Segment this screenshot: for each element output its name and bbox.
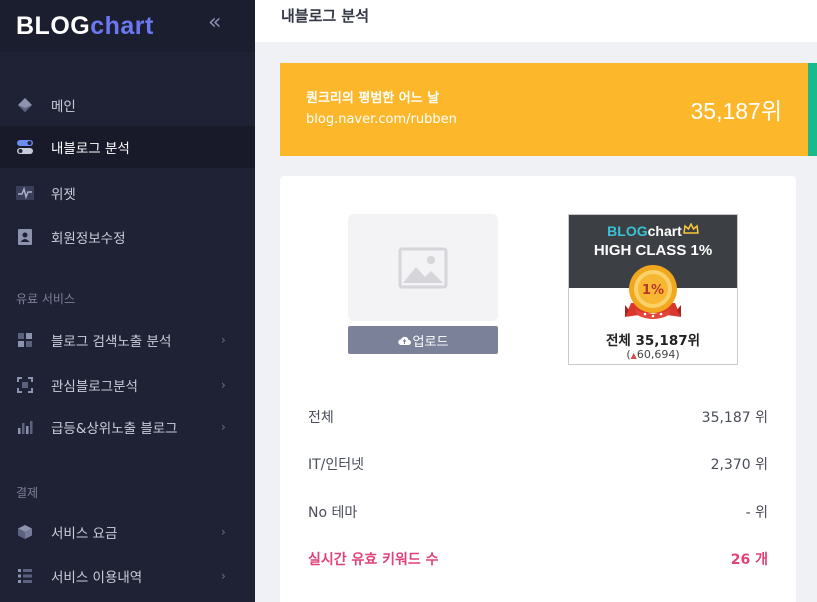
sidebar-item-label: 서비스 이용내역 [51,570,143,586]
image-icon [398,247,448,288]
sidebar-item-my-blog-analysis[interactable]: 내블로그 분석 [0,126,255,168]
sidebar-item-label: 내블로그 분석 [51,141,130,157]
badge-rank: 전체 35,187위 [605,333,701,349]
stat-value: 35,187 위 [701,410,768,426]
blog-url-link[interactable]: blog.naver.com/rubben [306,112,457,127]
blog-name: 퀀크리의 평범한 어느 날 [306,91,440,106]
logo-main-text: BLOG [16,11,91,40]
sidebar-item-label: 관심블로그분석 [51,379,138,395]
cube-icon [16,523,34,541]
sidebar-item-service-fee[interactable]: 서비스 요금 › [0,511,255,553]
toggle-icon [16,138,34,156]
badge-change-close: ) [675,348,680,361]
sidebar-item-label: 급등&상위노출 블로그 [51,421,178,437]
sidebar-item-main[interactable]: 메인 [0,84,255,126]
sidebar: BLOGchart « 메인 내블로그 분석 위젯 회원정보수정 유료 서비스 [0,0,255,602]
chevron-right-icon: › [221,378,226,392]
sidebar-item-label: 서비스 요금 [51,526,118,542]
upload-button-label: 업로드 [412,334,449,350]
badge-class-label: HIGH CLASS 1% [593,242,713,259]
stat-value: 26 개 [730,552,768,568]
pulse-icon [16,184,34,202]
diamond-icon [16,96,34,114]
stat-value: 2,370 위 [710,457,768,473]
chevron-right-icon: › [221,569,226,583]
sidebar-item-label: 블로그 검색노출 분석 [51,334,172,350]
crown-icon [682,222,699,234]
logo-bar: BLOGchart « [0,0,255,52]
badge-logo-accent: chart [647,223,682,239]
user-card-icon [16,228,34,246]
chevron-right-icon: › [221,420,226,434]
section-title-payment: 결제 [16,486,39,500]
stat-label: 전체 [308,410,334,426]
sidebar-item-label: 메인 [51,99,76,115]
sidebar-item-service-history[interactable]: 서비스 이용내역 › [0,555,255,597]
logo[interactable]: BLOGchart [16,12,154,41]
profile-image-placeholder[interactable] [348,214,498,321]
stat-row-keywords: 실시간 유효 키워드 수 26 개 [308,549,768,571]
focus-icon [16,376,34,394]
collapse-sidebar-icon[interactable]: « [208,10,221,35]
stat-row-category: IT/인터넷 2,370 위 [308,454,768,476]
upload-button[interactable]: 업로드 [348,326,498,354]
section-title-paid-services: 유료 서비스 [16,292,76,306]
stat-value: - 위 [745,505,768,521]
overall-rank: 35,187위 [690,98,782,124]
badge-change-value: 60,694 [636,348,676,361]
badge-rank-change: (▲60,694) [569,348,737,361]
high-class-badge: BLOGchart HIGH CLASS 1% 1% 전체 35,187위 (▲… [568,214,738,365]
page-title: 내블로그 분석 [281,7,370,25]
sidebar-item-widget[interactable]: 위젯 [0,172,255,214]
sidebar-item-edit-profile[interactable]: 회원정보수정 [0,216,255,258]
stat-label: No 테마 [308,505,358,521]
chevron-right-icon: › [221,333,226,347]
medal-icon: 1% [625,265,681,319]
sidebar-item-label: 위젯 [51,187,76,203]
badge-logo: BLOGchart [569,222,737,239]
blog-rank-banner: 퀀크리의 평범한 어느 날 blog.naver.com/rubben 35,1… [280,63,808,156]
logo-accent-text: chart [90,11,154,40]
banner-side-accent [808,63,817,156]
sidebar-item-label: 회원정보수정 [51,231,126,247]
grid-icon [16,331,34,349]
medal-text: 1% [642,283,664,298]
sidebar-item-interest-blog[interactable]: 관심블로그분석 › [0,364,255,406]
sidebar-item-trending-blog[interactable]: 급등&상위노출 블로그 › [0,406,255,448]
stat-label: IT/인터넷 [308,457,365,473]
profile-card: 업로드 BLOGchart HIGH CLASS 1% 1% 전체 35,187… [280,176,796,602]
stat-label: 실시간 유효 키워드 수 [308,552,439,568]
cloud-upload-icon [397,336,411,345]
bar-chart-icon [16,418,34,436]
badge-logo-main: BLOG [607,223,648,239]
chevron-right-icon: › [221,525,226,539]
list-icon [16,567,34,585]
stat-row-theme: No 테마 - 위 [308,502,768,524]
top-header: 내블로그 분석 [255,0,817,42]
sidebar-item-search-exposure[interactable]: 블로그 검색노출 분석 › [0,319,255,361]
stat-row-overall: 전체 35,187 위 [308,407,768,429]
